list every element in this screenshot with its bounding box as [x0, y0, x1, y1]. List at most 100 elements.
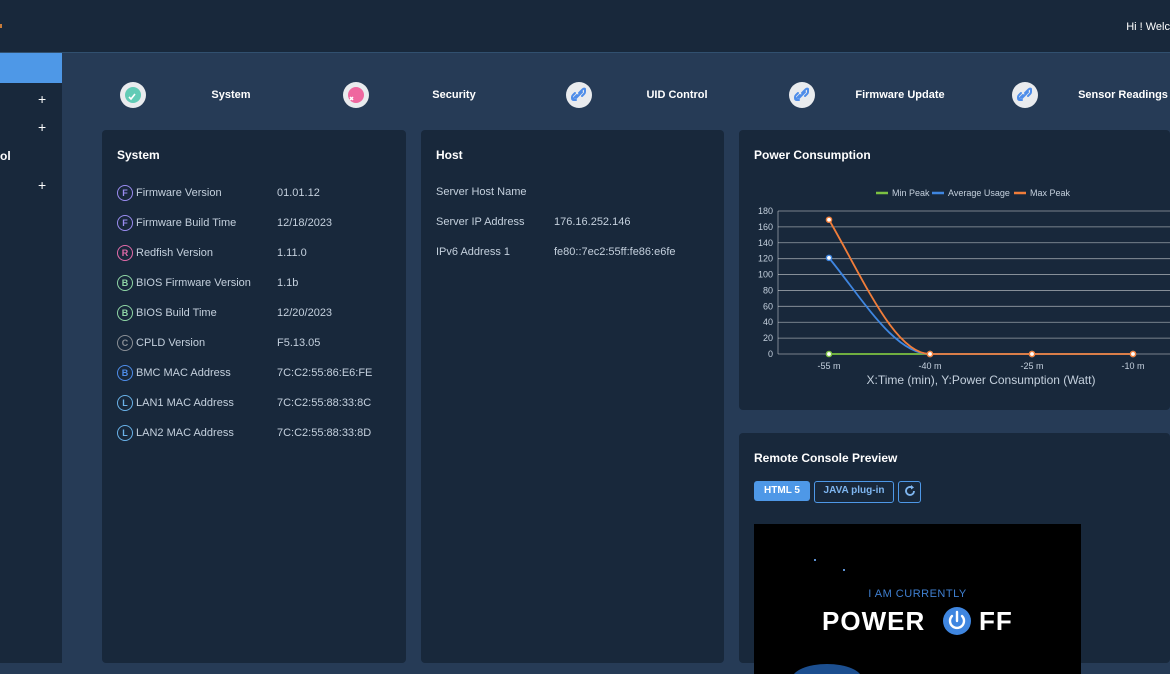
expand-plus-icon[interactable]: +: [38, 91, 46, 107]
refresh-icon: [904, 485, 915, 496]
info-value: 12/18/2023: [277, 217, 333, 229]
data-point: [1028, 350, 1036, 358]
sidebar-item-4[interactable]: +: [0, 176, 62, 196]
info-row: B BMC MAC Address 7C:C2:55:86:E6:FE: [117, 365, 402, 383]
power-panel-title: Power Consumption: [754, 148, 871, 162]
y-tick-label: 120: [758, 254, 773, 264]
tile-security[interactable]: Security: [325, 75, 533, 115]
host-panel: Host Server Host Name Server IP Address …: [421, 130, 724, 663]
expand-plus-icon[interactable]: +: [38, 177, 46, 193]
user-greeting[interactable]: Hi ! Welc: [1126, 21, 1170, 33]
logo-edge: [0, 24, 2, 28]
info-row: R Redfish Version 1.11.0: [117, 245, 402, 263]
badge-icon: B: [117, 365, 133, 381]
tile-uid-control[interactable]: UID Control: [548, 75, 756, 115]
info-label: BMC MAC Address: [136, 367, 231, 379]
host-row: IPv6 Address 1 fe80::7ec2:55ff:fe86:e6fe: [436, 246, 676, 258]
refresh-button[interactable]: [898, 481, 921, 503]
info-value: F5.13.05: [277, 337, 321, 349]
host-row: Server IP Address 176.16.252.146: [436, 216, 630, 228]
y-tick-label: 140: [758, 238, 773, 248]
x-tick-label: -25 m: [1020, 361, 1043, 371]
expand-plus-icon[interactable]: +: [38, 119, 46, 135]
tile-label: Sensor Readings: [1078, 89, 1168, 101]
info-row: L LAN2 MAC Address 7C:C2:55:88:33:8D: [117, 425, 402, 443]
host-label: IPv6 Address 1: [436, 246, 510, 258]
console-glow: [792, 664, 862, 674]
data-point: [926, 350, 934, 358]
info-label: BIOS Firmware Version: [136, 277, 251, 289]
info-value: 01.01.12: [277, 187, 320, 199]
sidebar: + + ol +: [0, 53, 62, 663]
power-icon: [941, 605, 973, 637]
tile-label: Security: [432, 89, 476, 101]
host-label: Server Host Name: [436, 186, 527, 198]
badge-icon: R: [117, 245, 133, 261]
tile-label: System: [211, 89, 251, 101]
x-axis-title: X:Time (min), Y:Power Consumption (Watt): [867, 373, 1096, 387]
info-row: L LAN1 MAC Address 7C:C2:55:88:33:8C: [117, 395, 402, 413]
x-tick-label: -10 m: [1121, 361, 1144, 371]
info-row: F Firmware Version 01.01.12: [117, 185, 402, 203]
console-ff-text: FF: [979, 606, 1013, 636]
legend-label: Min Peak: [892, 188, 930, 198]
link-icon: [566, 82, 592, 108]
badge-icon: L: [117, 395, 133, 411]
host-row: Server Host Name: [436, 186, 526, 198]
tile-firmware-update[interactable]: Firmware Update: [771, 75, 979, 115]
y-tick-label: 60: [763, 301, 773, 311]
y-tick-label: 80: [763, 285, 773, 295]
host-value: fe80::7ec2:55ff:fe86:e6fe: [554, 246, 676, 258]
system-panel: System F Firmware Version 01.01.12 F Fir…: [102, 130, 406, 663]
data-point: [825, 254, 833, 262]
tile-sensor-readings[interactable]: Sensor Readings: [994, 75, 1170, 115]
legend-label: Max Peak: [1030, 188, 1071, 198]
sidebar-item-1[interactable]: +: [0, 90, 62, 110]
sidebar-item-3[interactable]: ol: [0, 146, 62, 166]
info-row: C CPLD Version F5.13.05: [117, 335, 402, 353]
link-icon: [789, 82, 815, 108]
info-value: 7C:C2:55:88:33:8C: [277, 397, 372, 409]
x-tick-label: -40 m: [918, 361, 941, 371]
info-label: BIOS Build Time: [136, 307, 217, 319]
info-value: 7C:C2:55:86:E6:FE: [277, 367, 373, 379]
power-chart: 0 20 40 60 80 100 120 140 160 180 -55 m -40 m -25 m -…: [758, 188, 1170, 387]
info-label: Firmware Build Time: [136, 217, 237, 229]
info-label: Firmware Version: [136, 187, 222, 199]
data-point: [825, 350, 833, 358]
system-panel-title: System: [117, 148, 160, 162]
info-label: LAN1 MAC Address: [136, 397, 234, 409]
host-panel-title: Host: [436, 148, 463, 162]
data-point: [1129, 350, 1137, 358]
java-plugin-button[interactable]: JAVA plug-in: [814, 481, 894, 503]
sidebar-item-active[interactable]: [0, 53, 62, 83]
info-label: LAN2 MAC Address: [136, 427, 234, 439]
x-tick-label: -55 m: [817, 361, 840, 371]
html5-button[interactable]: HTML 5: [754, 481, 810, 501]
console-preview[interactable]: I AM CURRENTLY POWER FF: [754, 524, 1081, 674]
y-tick-label: 100: [758, 270, 773, 280]
tile-label: UID Control: [646, 89, 708, 101]
console-status-line: I AM CURRENTLY: [868, 588, 967, 600]
host-label: Server IP Address: [436, 216, 525, 228]
star-dot: [814, 559, 816, 561]
console-power-text: POWER: [822, 606, 926, 636]
console-panel: Remote Console Preview HTML 5 JAVA plug-…: [739, 433, 1170, 674]
tile-system[interactable]: System: [102, 75, 310, 115]
tile-label: Firmware Update: [855, 89, 945, 101]
info-value: 7C:C2:55:88:33:8D: [277, 427, 372, 439]
y-tick-label: 180: [758, 206, 773, 216]
sidebar-item-2[interactable]: +: [0, 118, 62, 138]
y-tick-label: 160: [758, 222, 773, 232]
series-line: [828, 219, 1133, 355]
badge-icon: F: [117, 185, 133, 201]
info-value: 12/20/2023: [277, 307, 333, 319]
info-label: CPLD Version: [136, 337, 206, 349]
y-tick-label: 0: [768, 349, 773, 359]
x-circle-icon: [343, 82, 369, 108]
badge-icon: C: [117, 335, 133, 351]
console-panel-title: Remote Console Preview: [754, 451, 898, 465]
star-dot: [843, 569, 845, 571]
info-label: Redfish Version: [136, 247, 214, 259]
info-row: B BIOS Build Time 12/20/2023: [117, 305, 402, 323]
